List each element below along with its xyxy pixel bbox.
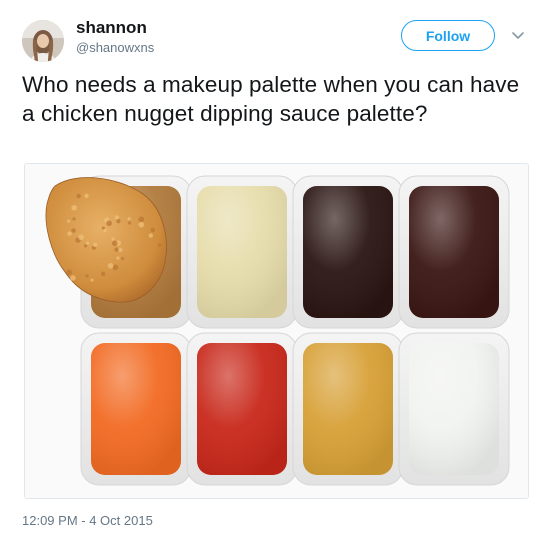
sauce-palette-photo — [25, 164, 528, 498]
sauce-cup — [292, 332, 404, 486]
tweet-card: shannon @shanowxns Follow Who needs a ma… — [0, 0, 547, 541]
sauce-cup — [80, 332, 192, 486]
sauce-cup — [398, 175, 510, 329]
sauce-cup — [186, 332, 298, 486]
sauce-cup — [186, 175, 298, 329]
avatar[interactable] — [22, 20, 64, 62]
follow-button[interactable]: Follow — [401, 20, 495, 51]
avatar-image — [22, 20, 64, 62]
chevron-down-icon[interactable] — [510, 28, 526, 44]
user-handle[interactable]: @shanowxns — [76, 39, 154, 57]
tweet-timestamp[interactable]: 12:09 PM - 4 Oct 2015 — [22, 513, 153, 528]
tweet-photo[interactable] — [24, 163, 529, 499]
sauce-cup — [398, 332, 510, 486]
sauce-cup — [292, 175, 404, 329]
display-name[interactable]: shannon — [76, 18, 154, 38]
tweet-text: Who needs a makeup palette when you can … — [22, 72, 520, 126]
tweet-header: shannon @shanowxns Follow — [22, 14, 532, 62]
author-info[interactable]: shannon @shanowxns — [76, 18, 154, 57]
